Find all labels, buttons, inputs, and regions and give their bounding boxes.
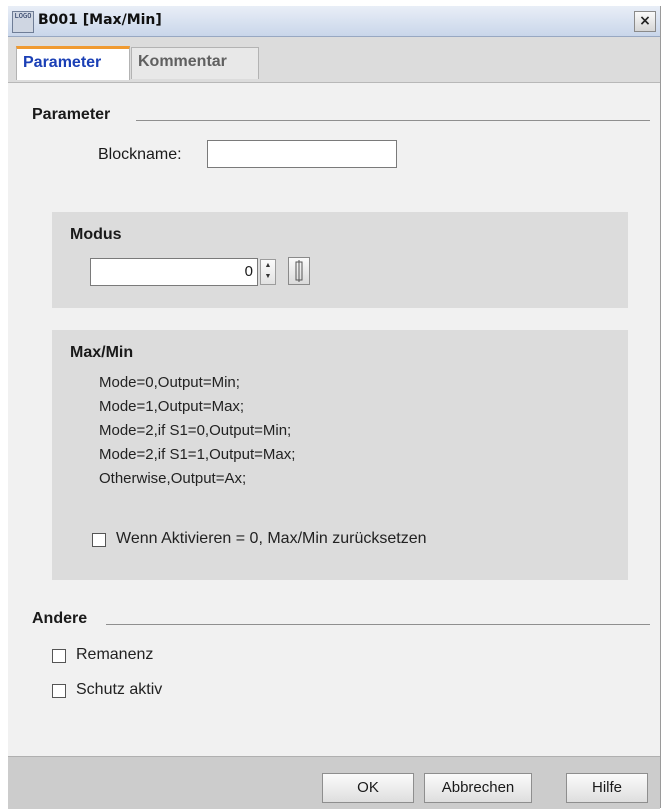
maxmin-description-line: Otherwise,Output=Ax; — [99, 470, 247, 487]
modus-title: Modus — [70, 226, 122, 243]
modus-group: Modus 0 ▲ ▼ — [52, 212, 628, 308]
reset-checkbox[interactable] — [92, 533, 106, 547]
remanenz-checkbox[interactable] — [52, 649, 66, 663]
schutz-aktiv-label[interactable]: Schutz aktiv — [76, 681, 162, 699]
dialog-window: LOGO B001 [Max/Min] × Parameter Kommenta… — [8, 6, 661, 809]
remanenz-label[interactable]: Remanenz — [76, 646, 153, 664]
maxmin-description-line: Mode=2,if S1=0,Output=Min; — [99, 422, 292, 439]
reset-checkbox-label[interactable]: Wenn Aktivieren = 0, Max/Min zurücksetze… — [116, 530, 427, 548]
tab-strip: Parameter Kommentar — [8, 37, 660, 83]
window-title: B001 [Max/Min] — [38, 12, 162, 28]
close-button[interactable]: × — [634, 11, 656, 32]
andere-section-divider — [106, 624, 650, 625]
maxmin-description-line: Mode=0,Output=Min; — [99, 374, 240, 391]
schutz-aktiv-checkbox[interactable] — [52, 684, 66, 698]
spin-up-icon[interactable]: ▲ — [261, 260, 275, 271]
spin-down-icon[interactable]: ▼ — [261, 271, 275, 282]
parameter-section-divider — [136, 120, 650, 121]
parameter-reference-button[interactable] — [288, 257, 310, 285]
maxmin-description-line: Mode=2,if S1=1,Output=Max; — [99, 446, 296, 463]
title-bar[interactable]: LOGO B001 [Max/Min] × — [8, 6, 660, 37]
maxmin-description-line: Mode=1,Output=Max; — [99, 398, 245, 415]
logo-app-icon: LOGO — [12, 11, 34, 33]
ok-button[interactable]: OK — [322, 773, 414, 803]
parameter-section-title: Parameter — [32, 106, 111, 123]
modus-value-field[interactable]: 0 — [90, 258, 258, 286]
blockname-label: Blockname: — [98, 146, 182, 163]
tab-parameter[interactable]: Parameter — [16, 46, 130, 80]
button-bar: OK Abbrechen Hilfe — [8, 756, 660, 809]
tab-kommentar[interactable]: Kommentar — [131, 47, 259, 79]
blockname-input[interactable] — [207, 140, 397, 168]
help-button[interactable]: Hilfe — [566, 773, 648, 803]
bracket-icon — [295, 260, 303, 282]
cancel-button[interactable]: Abbrechen — [424, 773, 532, 803]
modus-spinner[interactable]: ▲ ▼ — [260, 259, 276, 285]
andere-section-title: Andere — [32, 610, 88, 627]
maxmin-title: Max/Min — [70, 344, 134, 361]
